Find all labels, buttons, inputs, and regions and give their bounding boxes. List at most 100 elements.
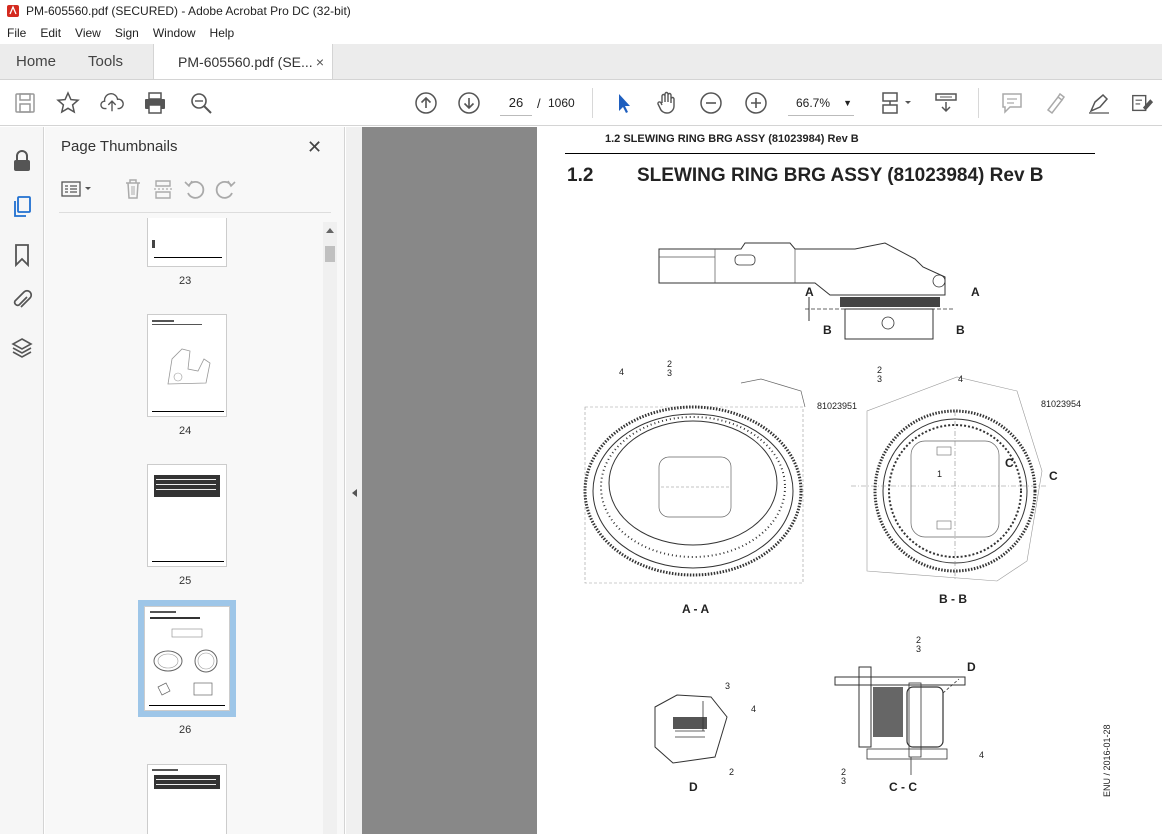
attachment-icon[interactable]	[10, 289, 34, 313]
view-label-aa: A - A	[682, 602, 710, 616]
running-header: 1.2 SLEWING RING BRG ASSY (81023984) Rev…	[605, 133, 859, 145]
bookmark-icon[interactable]	[10, 243, 34, 267]
callout-3: 3	[916, 644, 922, 654]
sign-pen-icon[interactable]	[1087, 91, 1111, 115]
section-number: 1.2	[567, 165, 594, 186]
callout-4: 4	[958, 374, 964, 384]
cloud-upload-icon[interactable]	[100, 91, 124, 115]
hand-tool-icon[interactable]	[655, 91, 679, 115]
thumbnail-label: 23	[179, 275, 192, 287]
section-marker-a-right: A	[971, 285, 980, 299]
thumbnail-page-23[interactable]	[147, 218, 227, 267]
callout-3: 3	[725, 681, 731, 691]
document-code: ENU / 2016-01-28	[1102, 724, 1112, 797]
ring-view-aa-drawing	[583, 378, 806, 584]
thumbnail-page-27[interactable]	[147, 764, 227, 834]
close-tab-icon[interactable]: ×	[316, 54, 324, 70]
thumbnail-list: 23 24 25 26	[45, 218, 325, 834]
toolbar-divider	[978, 88, 979, 118]
scrollbar-thumb[interactable]	[325, 246, 335, 262]
page-thumbnails-icon[interactable]	[10, 195, 34, 219]
previous-page-icon[interactable]	[414, 91, 438, 115]
zoom-select[interactable]: 66.7% ▼	[788, 90, 854, 116]
section-marker-d: D	[967, 660, 976, 674]
zoom-in-icon[interactable]	[744, 91, 768, 115]
tab-document-label: PM-605560.pdf (SE...	[178, 53, 313, 70]
page-view-icon[interactable]	[878, 91, 914, 115]
find-zoom-icon[interactable]	[189, 91, 213, 115]
menu-edit[interactable]: Edit	[33, 26, 68, 40]
callout-4: 4	[751, 704, 757, 714]
star-icon[interactable]	[56, 91, 80, 115]
panel-splitter[interactable]	[346, 127, 362, 834]
acrobat-app-icon	[7, 5, 19, 17]
menu-sign[interactable]: Sign	[108, 26, 146, 40]
rotate-right-icon[interactable]	[215, 178, 237, 200]
tab-tools[interactable]: Tools	[72, 44, 139, 79]
thumbnail-label: 25	[179, 575, 192, 587]
page-separator: /	[537, 96, 541, 111]
zoom-out-icon[interactable]	[699, 91, 723, 115]
callout-4: 4	[979, 750, 985, 760]
scroll-mode-icon[interactable]	[934, 91, 958, 115]
collapse-panel-icon[interactable]	[350, 488, 358, 498]
menu-view[interactable]: View	[68, 26, 108, 40]
pdf-page: 1.2 SLEWING RING BRG ASSY (81023984) Rev…	[537, 127, 1162, 834]
section-title: SLEWING RING BRG ASSY (81023984) Rev B	[637, 165, 1044, 186]
view-label-bb: B - B	[939, 592, 967, 606]
thumbnail-page-25[interactable]	[147, 464, 227, 567]
title-bar: PM-605560.pdf (SECURED) - Adobe Acrobat …	[0, 0, 1162, 22]
layers-icon[interactable]	[10, 336, 34, 360]
header-rule	[565, 153, 1095, 154]
edit-pdf-icon[interactable]	[1130, 91, 1154, 115]
callout-3: 3	[841, 776, 847, 786]
page-thumbnails-panel: Page Thumbnails ✕ 23 24 25 26	[45, 127, 345, 834]
thumbnail-options-icon[interactable]	[61, 180, 93, 198]
print-icon[interactable]	[143, 91, 167, 115]
highlight-icon[interactable]	[1043, 91, 1067, 115]
rotate-left-icon[interactable]	[183, 178, 205, 200]
tab-tools-label: Tools	[88, 53, 124, 70]
thumbnail-page-26[interactable]	[138, 600, 236, 717]
menu-window[interactable]: Window	[146, 26, 203, 40]
tab-bar: Home Tools PM-605560.pdf (SE... ×	[0, 44, 1162, 80]
callout-4: 4	[619, 367, 625, 377]
view-label-cc: C - C	[889, 780, 917, 794]
thumbnail-scrollbar[interactable]	[323, 222, 337, 834]
menu-file[interactable]: File	[0, 26, 33, 40]
main-toolbar	[0, 80, 1162, 126]
part-number-right: 81023954	[1041, 399, 1082, 409]
left-nav-rail	[0, 127, 44, 834]
extract-page-icon[interactable]	[153, 178, 173, 200]
thumbnail-page-24[interactable]	[147, 314, 227, 417]
view-label-d: D	[689, 780, 698, 794]
next-page-icon[interactable]	[457, 91, 481, 115]
scroll-up-icon[interactable]	[325, 226, 335, 234]
menu-help[interactable]: Help	[203, 26, 242, 40]
zoom-value: 66.7%	[796, 96, 831, 110]
tab-home[interactable]: Home	[0, 44, 72, 79]
detail-d-drawing	[654, 694, 728, 764]
section-marker-c-left: C	[1005, 456, 1014, 470]
detail-cc-drawing	[834, 666, 966, 775]
save-icon[interactable]	[13, 91, 37, 115]
ring-view-bb-drawing	[851, 376, 1047, 582]
panel-toolbar	[61, 177, 237, 201]
panel-divider	[59, 212, 331, 213]
delete-page-icon[interactable]	[123, 178, 143, 200]
toolbar-divider	[592, 88, 593, 118]
select-cursor-icon[interactable]	[612, 91, 636, 115]
callout-2: 2	[729, 767, 735, 777]
tab-home-label: Home	[16, 53, 57, 70]
lock-icon[interactable]	[10, 149, 34, 173]
tab-document[interactable]: PM-605560.pdf (SE... ×	[153, 44, 334, 79]
section-marker-c-right: C	[1049, 469, 1058, 483]
close-panel-icon[interactable]: ✕	[307, 137, 322, 158]
comment-icon[interactable]	[1000, 91, 1024, 115]
section-marker-b-left: B	[823, 323, 832, 337]
thumbnail-label: 24	[179, 425, 192, 437]
section-marker-b-right: B	[956, 323, 965, 337]
page-number-input[interactable]: 26	[500, 90, 532, 116]
menu-bar: File Edit View Sign Window Help	[0, 22, 1162, 44]
callout-1: 1	[937, 469, 943, 479]
